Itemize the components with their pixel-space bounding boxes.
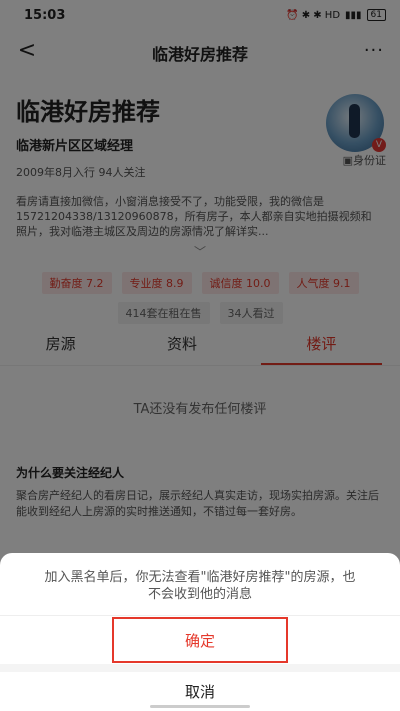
blacklist-action-sheet: 加入黑名单后，你无法查看"临港好房推荐"的房源，也不会收到他的消息 确定 取消 <box>0 553 400 711</box>
sheet-divider <box>0 664 400 672</box>
home-indicator[interactable] <box>150 705 250 708</box>
confirm-row: 确定 <box>0 615 400 664</box>
blacklist-message: 加入黑名单后，你无法查看"临港好房推荐"的房源，也不会收到他的消息 <box>44 570 356 602</box>
confirm-button[interactable]: 确定 <box>112 617 288 663</box>
